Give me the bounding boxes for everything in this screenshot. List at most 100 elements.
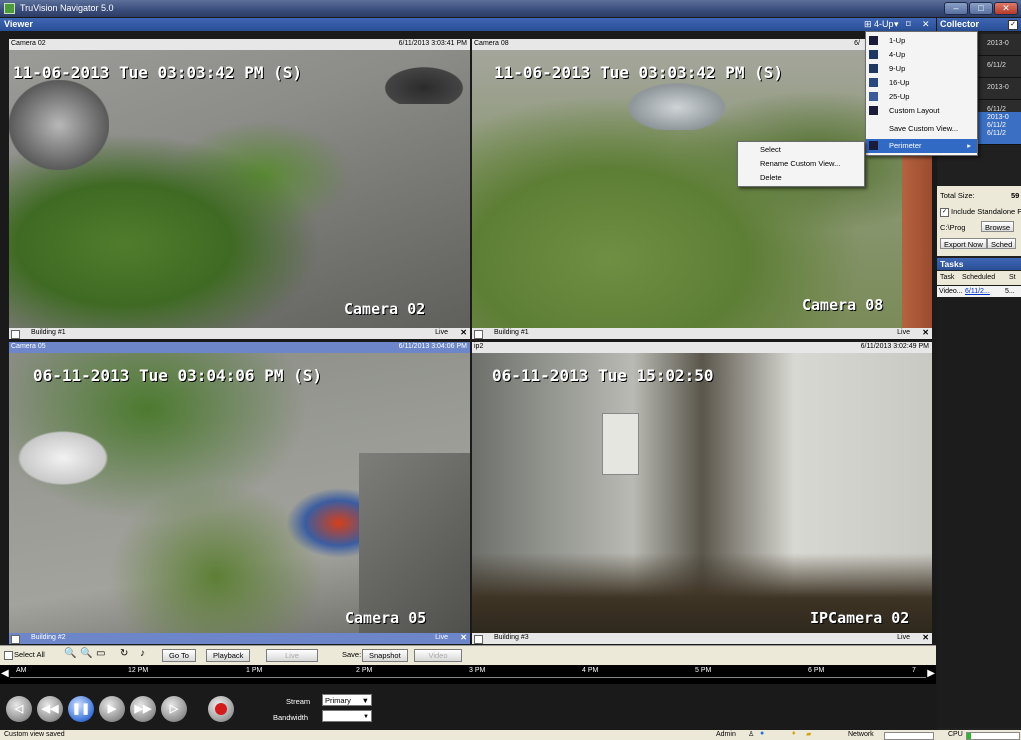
fast-forward-icon[interactable]: ▶▶ xyxy=(130,696,156,722)
browse-button[interactable]: Browse xyxy=(981,221,1015,232)
menu-item-9up[interactable]: 9-Up xyxy=(866,62,977,76)
network-label: Network xyxy=(848,731,874,738)
pane-datetime: 6/11/2013 3:03:41 PM xyxy=(398,40,467,47)
pane-site: Building #1 xyxy=(31,329,66,336)
pane-footer: Building #1 Live ✕ xyxy=(9,328,470,339)
close-viewer-icon[interactable]: ✕ xyxy=(922,19,930,30)
menu-item-save-custom-view[interactable]: Save Custom View... xyxy=(866,122,977,136)
pane-close-icon[interactable]: ✕ xyxy=(460,633,467,642)
layout-select[interactable]: 4-Up xyxy=(874,19,894,29)
video-button[interactable]: Video xyxy=(414,649,462,662)
layout-grid-icon[interactable]: ⊞ xyxy=(864,19,872,30)
pane-datetime: 6/ xyxy=(854,40,860,47)
camera-pane-3[interactable]: Camera 05 6/11/2013 3:04:06 PM 06-11-201… xyxy=(9,342,470,644)
chevron-down-icon[interactable]: ▾ xyxy=(894,19,899,30)
tasks-column-task[interactable]: Task xyxy=(940,274,954,281)
step-back-icon[interactable]: ◁ xyxy=(6,696,32,722)
pane-camera-name: Camera 02 xyxy=(11,40,46,47)
timeline-tick: 5 PM xyxy=(695,667,712,674)
goto-button[interactable]: Go To xyxy=(162,649,196,662)
app-icon xyxy=(4,3,15,14)
menu-item-4up[interactable]: 4-Up xyxy=(866,48,977,62)
layout-16up-icon xyxy=(869,78,878,87)
timeline-back-arrow[interactable]: ◀ xyxy=(1,668,9,679)
tasks-column-status[interactable]: St xyxy=(1009,274,1016,281)
pane-status: Live xyxy=(897,634,910,641)
layout-9up-icon xyxy=(869,64,878,73)
stream-value: Primary xyxy=(325,696,351,705)
pin-icon[interactable]: ⌑ xyxy=(906,19,911,30)
close-window-button[interactable]: ✕ xyxy=(994,2,1018,15)
task-cell: 6/11/2... xyxy=(965,288,990,295)
live-button[interactable]: Live xyxy=(266,649,318,662)
parked-car-image xyxy=(379,64,469,104)
timeline-forward-arrow[interactable]: ▶ xyxy=(927,668,935,679)
window-title: TruVision Navigator 5.0 xyxy=(20,3,114,13)
pane-status: Live xyxy=(435,329,448,336)
record-icon[interactable] xyxy=(208,696,234,722)
video-feed[interactable]: 11-06-2013 Tue 03:03:42 PM (S) Camera 02 xyxy=(9,50,470,328)
camera-pane-1[interactable]: Camera 02 6/11/2013 3:03:41 PM 11-06-201… xyxy=(9,39,470,339)
menu-item-1up[interactable]: 1-Up xyxy=(866,34,977,48)
schedule-button[interactable]: Sched xyxy=(987,238,1017,249)
microphone-icon[interactable]: ♪ xyxy=(140,648,145,659)
layout-1up-icon xyxy=(869,36,878,45)
clip-label: 2013-0 6/11/2 6/11/2 xyxy=(987,114,1009,137)
export-now-button[interactable]: Export Now xyxy=(940,238,987,249)
pane-checkbox[interactable] xyxy=(474,330,483,339)
video-feed[interactable]: 11-06-2013 Tue 03:03:42 PM (S) Camera 08 xyxy=(472,50,932,328)
zoom-in-icon[interactable]: 🔍 xyxy=(64,648,76,659)
include-standalone-checkbox[interactable]: ✓ xyxy=(940,208,949,217)
zoom-out-icon[interactable]: 🔍 xyxy=(80,648,92,659)
cpu-meter-fill xyxy=(967,733,971,739)
tasks-column-scheduled[interactable]: Scheduled xyxy=(962,274,995,281)
menu-item-perimeter[interactable]: Perimeter ▸ xyxy=(866,139,977,153)
menu-item-rename-custom-view[interactable]: Rename Custom View... xyxy=(760,159,840,168)
menu-item-16up[interactable]: 16-Up xyxy=(866,76,977,90)
menu-item-label: 4-Up xyxy=(889,50,906,59)
pane-close-icon[interactable]: ✕ xyxy=(460,328,467,337)
camera-pane-2[interactable]: Camera 08 6/ 11-06-2013 Tue 03:03:42 PM … xyxy=(472,39,932,339)
video-feed[interactable]: 06-11-2013 Tue 03:04:06 PM (S) Camera 05 xyxy=(9,353,470,633)
play-icon[interactable]: ▶ xyxy=(99,696,125,722)
timeline[interactable]: ◀ AM 12 PM 1 PM 2 PM 3 PM 4 PM 5 PM 6 PM… xyxy=(0,665,936,684)
menu-item-delete[interactable]: Delete xyxy=(760,173,782,182)
rewind-icon[interactable]: ◀◀ xyxy=(37,696,63,722)
collector-checkbox[interactable]: ✓ xyxy=(1008,20,1018,30)
snapshot-button[interactable]: Snapshot xyxy=(362,649,408,662)
step-forward-icon[interactable]: ▷ xyxy=(161,696,187,722)
print-icon[interactable]: ▭ xyxy=(96,648,105,659)
select-all-checkbox[interactable] xyxy=(4,651,13,660)
task-cell: 5... xyxy=(1005,288,1015,295)
stream-select[interactable]: Primary ▼ xyxy=(322,694,372,706)
pane-close-icon[interactable]: ✕ xyxy=(922,633,929,642)
pane-checkbox[interactable] xyxy=(11,635,20,644)
maximize-button[interactable]: □ xyxy=(969,2,993,15)
folder-icon: ▰ xyxy=(806,731,812,738)
total-size-value: 59 xyxy=(1011,191,1020,200)
menu-item-select[interactable]: Select xyxy=(760,145,781,154)
minimize-button[interactable]: – xyxy=(944,2,968,15)
pane-close-icon[interactable]: ✕ xyxy=(922,328,929,337)
layout-4up-icon xyxy=(869,50,878,59)
pane-checkbox[interactable] xyxy=(11,330,20,339)
collector-header: Collector ✓ xyxy=(937,18,1021,31)
pane-status: Live xyxy=(435,634,448,641)
task-row[interactable]: Video... 6/11/2... 5... xyxy=(937,286,1021,297)
playback-button[interactable]: Playback xyxy=(206,649,251,662)
collector-title: Collector xyxy=(940,19,980,29)
timeline-tick: 12 PM xyxy=(128,667,149,674)
chevron-down-icon: ▼ xyxy=(363,714,369,720)
menu-item-25up[interactable]: 25-Up xyxy=(866,90,977,104)
pane-checkbox[interactable] xyxy=(474,635,483,644)
camera-pane-4[interactable]: ip2 6/11/2013 3:02:49 PM 06-11-2013 Tue … xyxy=(472,342,932,644)
menu-item-custom-layout[interactable]: Custom Layout xyxy=(866,104,977,118)
pause-icon[interactable]: ❚❚ xyxy=(68,696,94,722)
poster-image xyxy=(602,413,639,475)
video-feed[interactable]: 06-11-2013 Tue 15:02:50 IPCamera 02 xyxy=(472,353,932,633)
ptz-icon[interactable]: ↻ xyxy=(120,648,128,659)
stairs-image xyxy=(359,453,470,633)
bandwidth-select[interactable]: ▼ xyxy=(322,710,372,722)
export-path[interactable]: C:\Prog xyxy=(940,223,965,232)
playback-controls: ◁ ◀◀ ❚❚ ▶ ▶▶ ▷ Stream Primary ▼ Bandwidth… xyxy=(0,684,936,730)
